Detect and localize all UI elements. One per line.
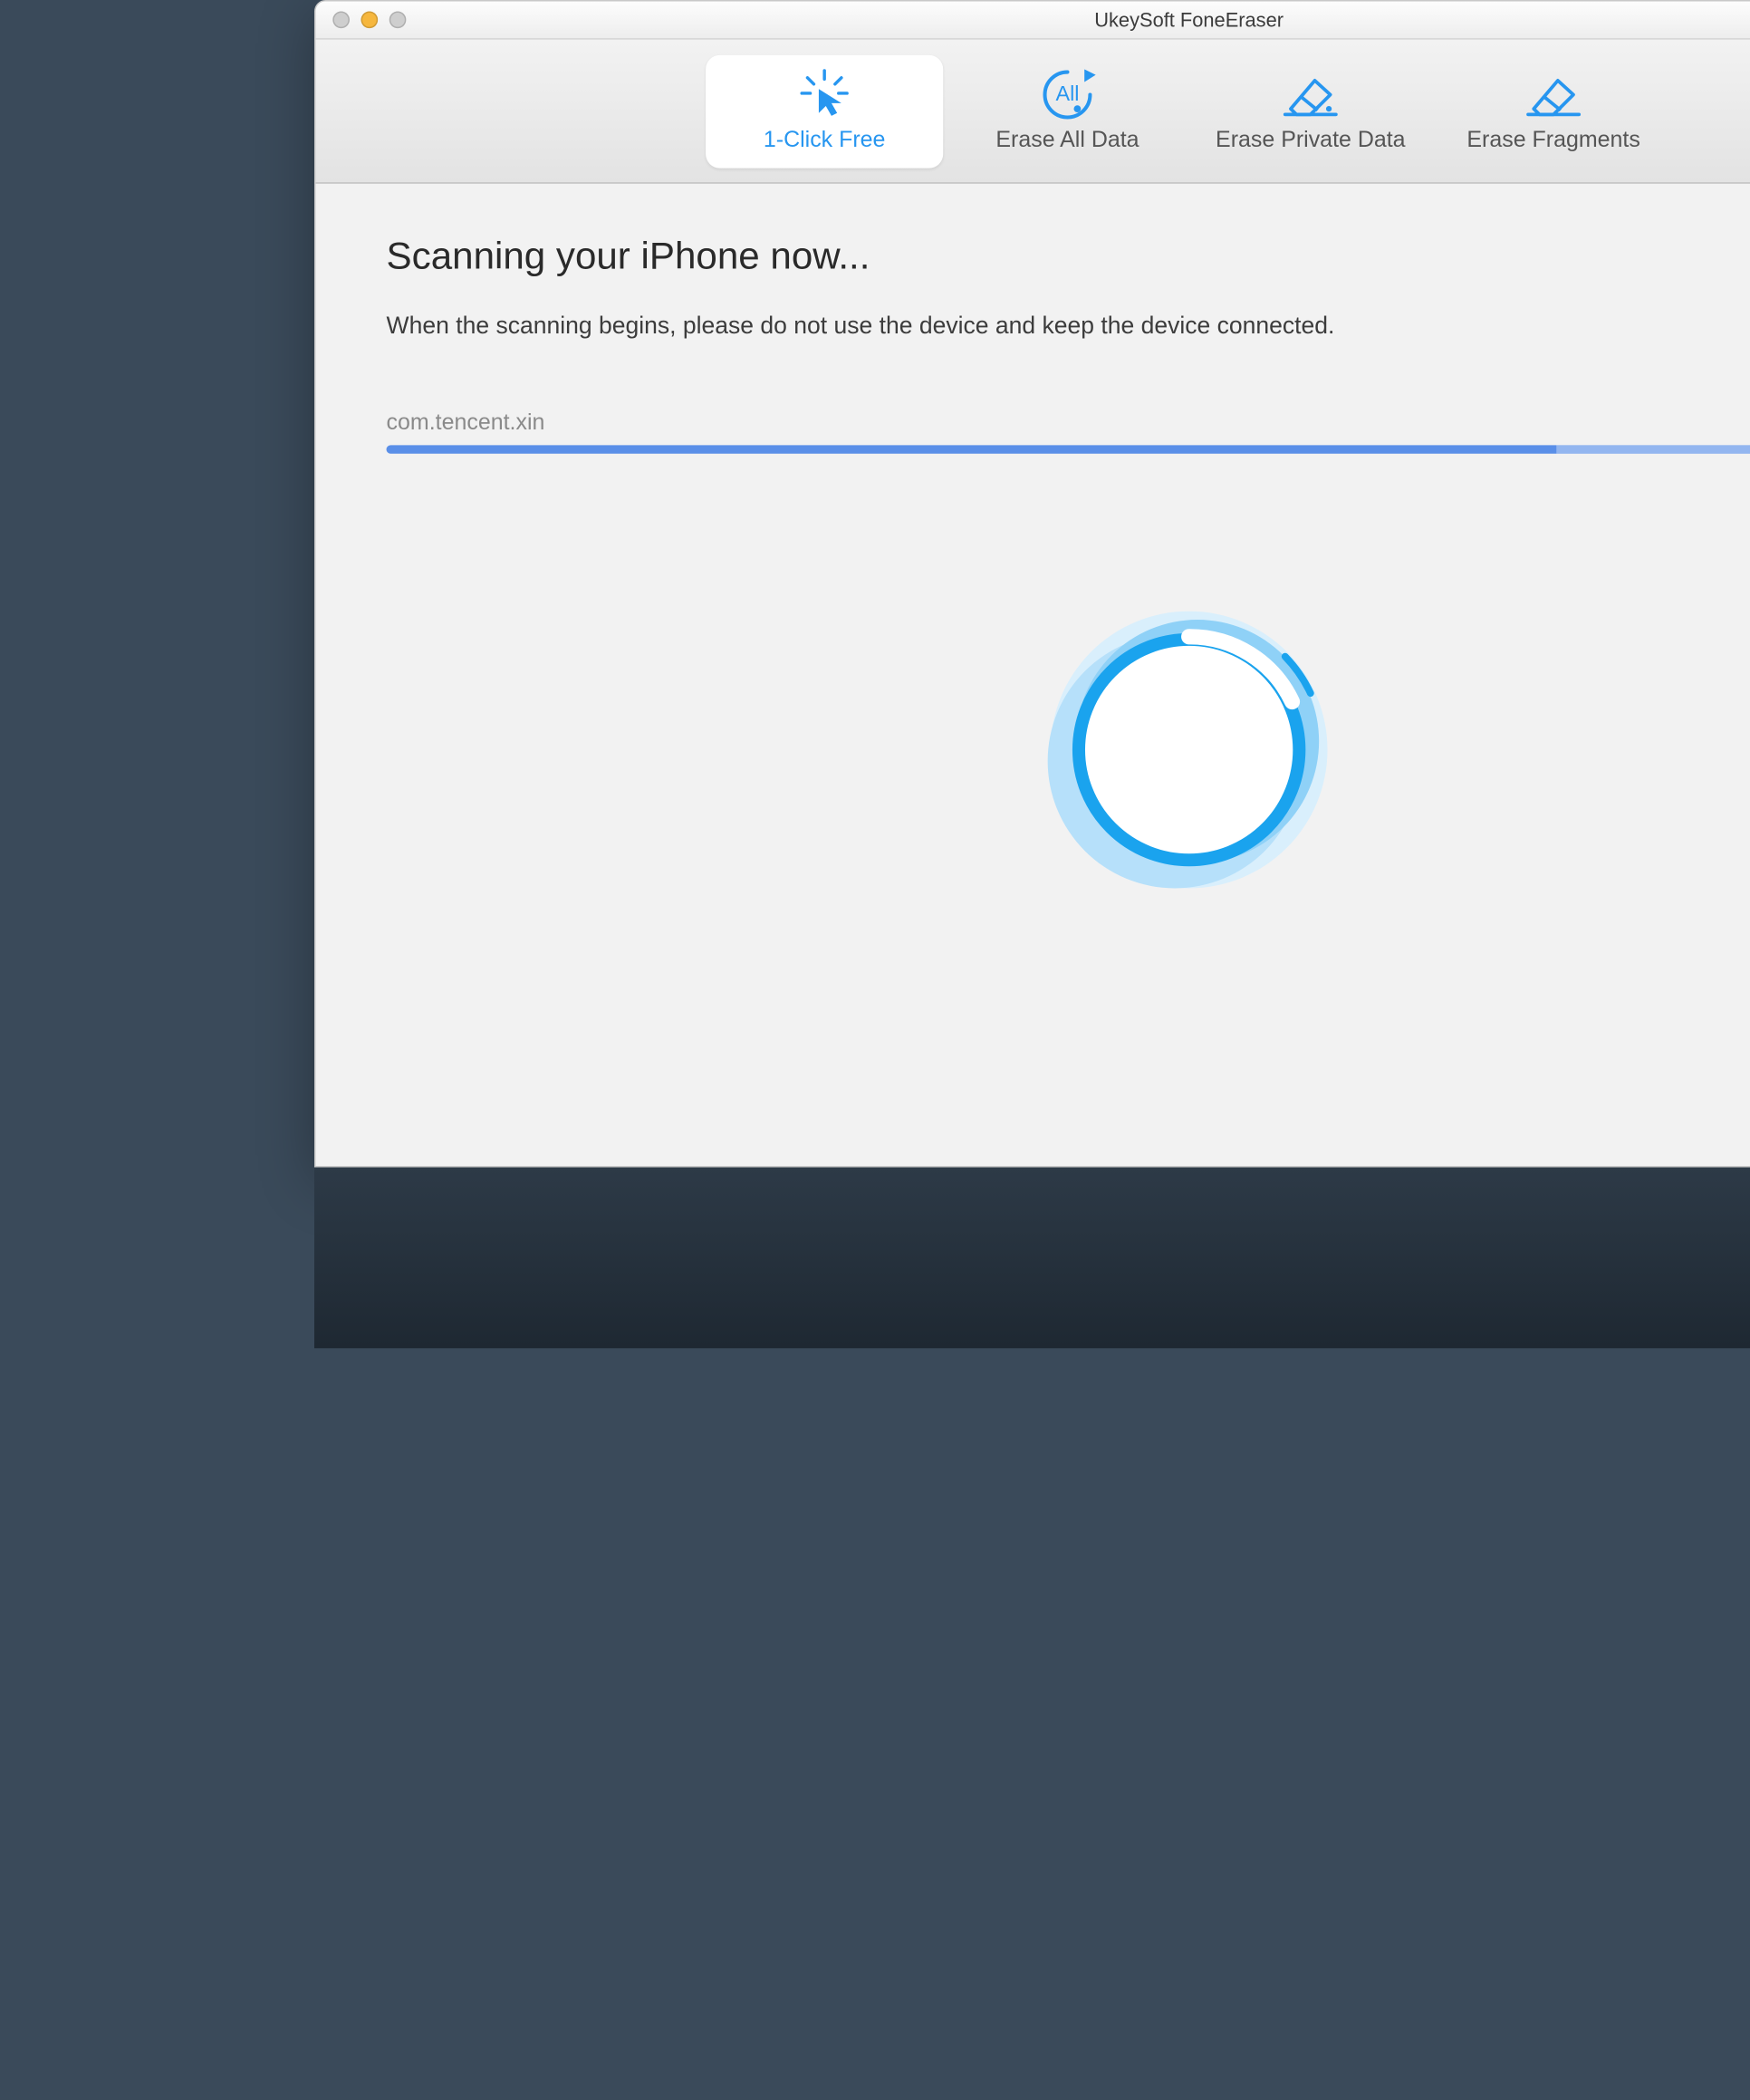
tab-label: 1-Click Free — [764, 129, 886, 154]
svg-text:All: All — [1055, 82, 1079, 105]
tab-label: Erase Private Data — [1216, 129, 1405, 154]
traffic-lights — [316, 11, 407, 28]
window-title: UkeySoft FoneEraser — [316, 8, 1750, 31]
close-icon[interactable] — [332, 11, 350, 28]
erase-all-icon: All — [1035, 69, 1101, 120]
tab-erase-fragments[interactable]: Erase Fragments — [1435, 55, 1672, 169]
progress-bar — [387, 445, 1750, 453]
toolbar: 1-Click Free All Erase All Data — [316, 40, 1750, 184]
page-subtitle: When the scanning begins, please do not … — [387, 313, 1335, 341]
tab-label: Erase Fragments — [1466, 129, 1639, 154]
desktop-background — [314, 1168, 1750, 1349]
main-content: Scanning your iPhone now... When the sca… — [316, 184, 1750, 1166]
tab-erase-private[interactable]: Erase Private Data — [1192, 55, 1429, 169]
progress-current-item: com.tencent.xin — [387, 411, 1750, 437]
page-title: Scanning your iPhone now... — [387, 235, 1335, 278]
tab-erase-all[interactable]: All Erase All Data — [948, 55, 1186, 169]
tab-label: Erase All Data — [995, 129, 1139, 154]
cursor-click-icon — [796, 69, 852, 120]
eraser-fragments-icon — [1523, 69, 1585, 120]
titlebar: UkeySoft FoneEraser — [316, 2, 1750, 40]
maximize-icon[interactable] — [389, 11, 407, 28]
minimize-icon[interactable] — [361, 11, 378, 28]
tab-click-free[interactable]: 1-Click Free — [706, 55, 943, 169]
eraser-private-icon — [1279, 69, 1341, 120]
spinner-icon — [1034, 594, 1344, 912]
app-window: UkeySoft FoneEraser 1-Click Free — [314, 0, 1750, 1168]
